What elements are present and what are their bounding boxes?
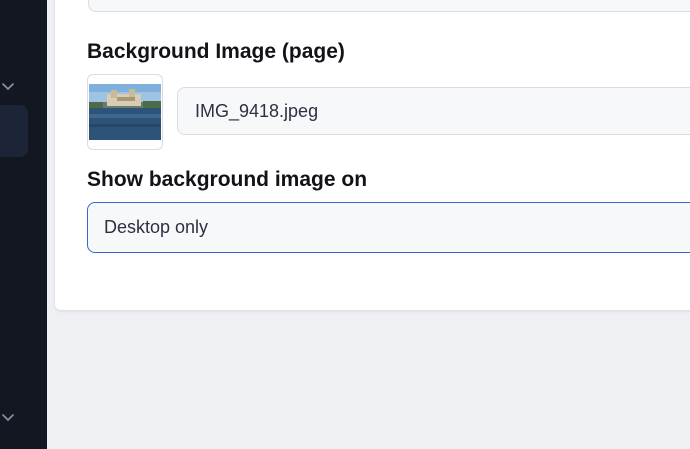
previous-field[interactable] bbox=[88, 0, 690, 12]
background-image-thumbnail[interactable] bbox=[87, 74, 163, 150]
background-image-file-field[interactable]: IMG_9418.jpeg bbox=[177, 87, 690, 135]
chevron-down-icon[interactable] bbox=[1, 410, 15, 424]
sidebar bbox=[0, 0, 47, 449]
sidebar-item-active[interactable] bbox=[0, 105, 28, 157]
show-background-select[interactable]: Desktop only bbox=[87, 202, 690, 253]
image-thumbnail-icon bbox=[89, 84, 161, 140]
chevron-down-icon[interactable] bbox=[1, 79, 15, 93]
show-background-label: Show background image on bbox=[87, 168, 368, 191]
background-image-label: Background Image (page) bbox=[87, 40, 345, 63]
